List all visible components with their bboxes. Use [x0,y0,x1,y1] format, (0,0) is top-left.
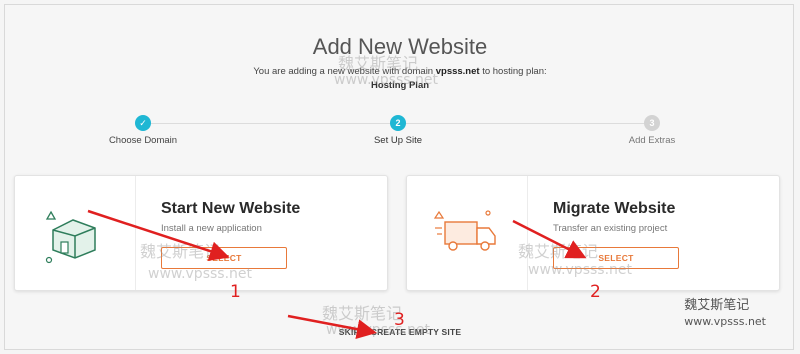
card-description: Install a new application [161,223,262,234]
step-add-extras: 3 Add Extras [582,115,722,146]
step-set-up-site[interactable]: 2 Set Up Site [328,115,468,146]
migrate-website-card[interactable]: Migrate Website Transfer an existing pro… [406,175,780,291]
annotation-number-1: 1 [230,282,241,302]
step-label: Set Up Site [373,135,423,146]
card-title: Start New Website [161,200,301,217]
step-number: 3 [644,115,660,131]
corner-watermark: 魏艾斯笔记 www.vpsss.net [684,298,766,330]
start-new-website-card[interactable]: Start New Website Install a new applicat… [14,175,388,291]
card-icon-panel [407,176,528,290]
corner-watermark-cn: 魏艾斯笔记 [684,298,750,313]
step-label: Add Extras [628,135,676,146]
card-icon-panel [15,176,136,290]
house-icon [45,210,96,264]
corner-watermark-url: www.vpsss.net [684,315,766,328]
step-label: Choose Domain [108,135,178,146]
card-title: Migrate Website [553,200,676,217]
migrate-website-select-button[interactable]: SELECT [553,247,679,269]
moving-truck-icon [433,210,496,251]
page-subtitle: You are adding a new website with domain… [0,66,800,77]
domain-name: vpsss.net [435,66,480,77]
subtitle-suffix: to hosting plan: [482,66,547,77]
page-title: Add New Website [312,34,488,59]
annotation-number-3: 3 [394,310,405,330]
card-description: Transfer an existing project [553,223,668,234]
hosting-plan-name: Hosting Plan [370,80,430,91]
start-new-website-select-button[interactable]: SELECT [161,247,287,269]
check-icon: ✓ [135,115,151,131]
step-choose-domain[interactable]: ✓ Choose Domain [73,115,213,146]
annotation-number-2: 2 [590,282,601,302]
subtitle-prefix: You are adding a new website with domain [253,66,434,77]
step-number: 2 [390,115,406,131]
